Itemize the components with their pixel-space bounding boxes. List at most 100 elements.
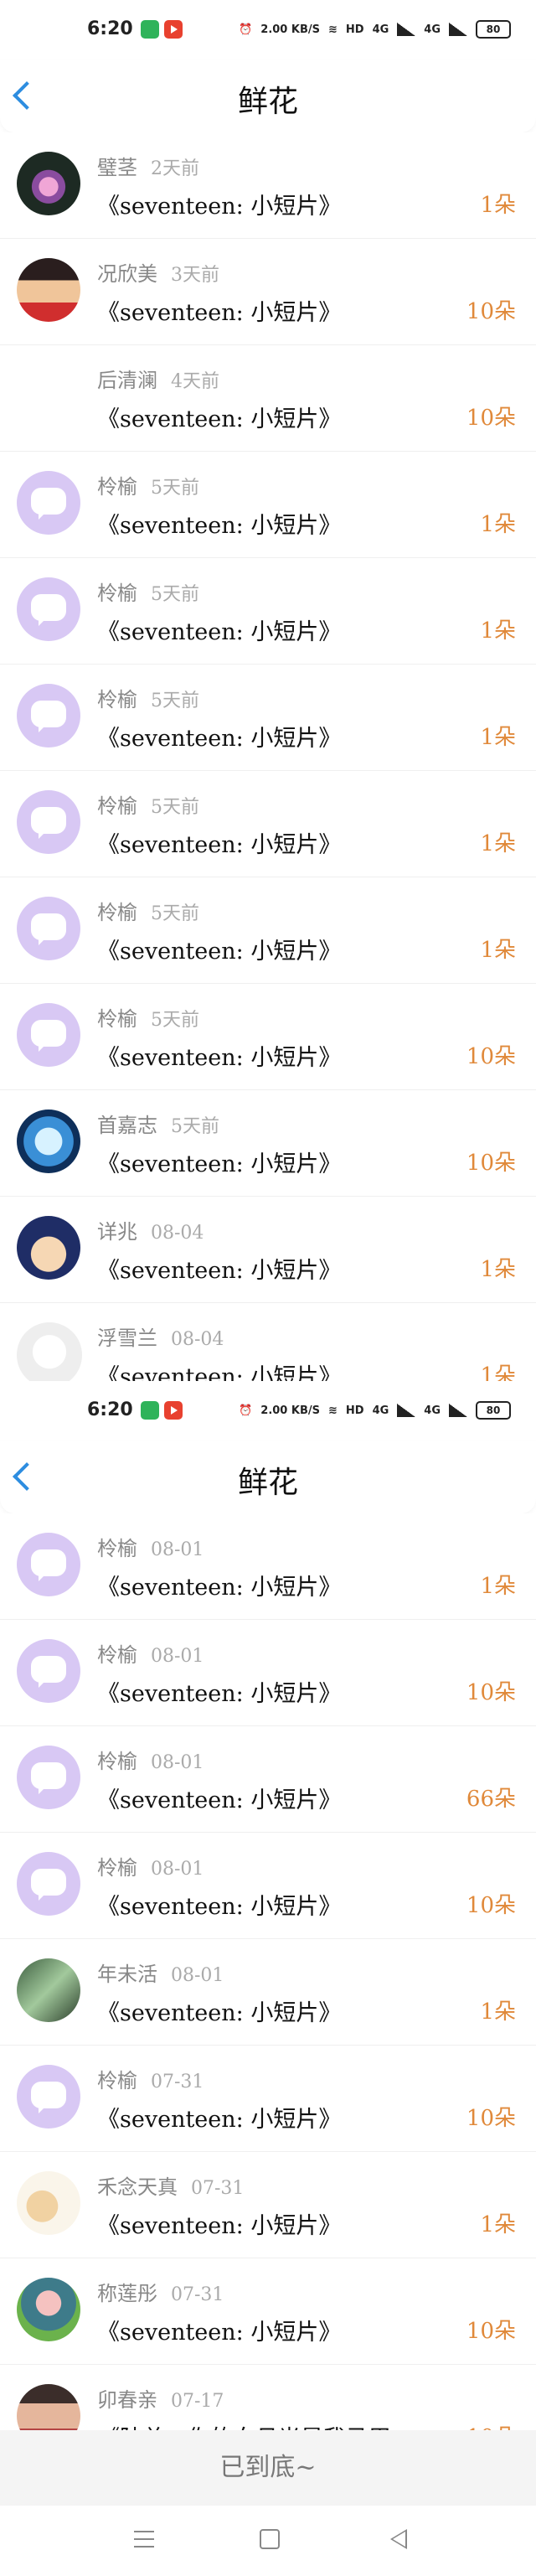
home-icon[interactable] — [260, 2529, 280, 2549]
work-title[interactable]: 《seventeen: 小短片》 — [97, 1569, 341, 1601]
avatar[interactable] — [17, 152, 80, 215]
sender-name[interactable]: 浮雪兰 — [97, 1327, 157, 1350]
sender-name[interactable]: 柃榆 — [97, 1643, 137, 1667]
work-title[interactable]: 《seventeen: 小短片》 — [97, 1039, 341, 1072]
signal-icon — [397, 1404, 416, 1417]
work-title[interactable]: 《seventeen: 小短片》 — [97, 2207, 341, 2240]
sender-name-line: 禾念天真 07-31 — [97, 2170, 244, 2200]
work-title[interactable]: 《seventeen: 小短片》 — [97, 401, 341, 433]
signal-icon — [397, 23, 416, 36]
sender-name-line: 璧茎 2天前 — [97, 151, 199, 180]
sender-name[interactable]: 年未活 — [97, 1963, 157, 1986]
list-item[interactable]: 称莲彤 07-31 《seventeen: 小短片》 10朵 — [0, 2258, 536, 2365]
avatar[interactable] — [17, 1746, 80, 1809]
avatar[interactable] — [17, 471, 80, 535]
work-title[interactable]: 《seventeen: 小短片》 — [97, 2101, 341, 2134]
avatar[interactable] — [17, 1533, 80, 1596]
sender-name[interactable]: 柃榆 — [97, 1007, 137, 1031]
sender-name-line: 首嘉志 5天前 — [97, 1109, 219, 1138]
avatar[interactable] — [17, 2171, 80, 2235]
work-title[interactable]: 《seventeen: 小短片》 — [97, 188, 341, 220]
sender-name[interactable]: 禾念天真 — [97, 2175, 178, 2199]
work-title[interactable]: 《seventeen: 小短片》 — [97, 933, 341, 965]
list-item[interactable]: 禾念天真 07-31 《seventeen: 小短片》 1朵 — [0, 2152, 536, 2258]
list-item[interactable]: 后清澜 4天前 《seventeen: 小短片》 10朵 — [0, 345, 536, 452]
list-item[interactable]: 柃榆 08-01 《seventeen: 小短片》 10朵 — [0, 1833, 536, 1939]
sender-name[interactable]: 称莲彤 — [97, 2282, 157, 2305]
flower-count: 10朵 — [466, 2106, 516, 2131]
list-item[interactable]: 柃榆 5天前 《seventeen: 小短片》 1朵 — [0, 771, 536, 877]
sender-name-line: 况欣美 3天前 — [97, 257, 219, 287]
recent-apps-icon[interactable] — [134, 2531, 154, 2548]
sender-name[interactable]: 后清澜 — [97, 369, 157, 392]
sender-name-line: 后清澜 4天前 — [97, 364, 219, 393]
work-title[interactable]: 《seventeen: 小短片》 — [97, 1252, 341, 1285]
list-item[interactable]: 柃榆 08-01 《seventeen: 小短片》 10朵 — [0, 1620, 536, 1726]
work-title[interactable]: 《seventeen: 小短片》 — [97, 1782, 341, 1814]
sender-name[interactable]: 柃榆 — [97, 1537, 137, 1560]
screenshot-2: 6:20 ⏰ 2.00 KB/S ≋ HD 4G 4G 80 鲜花 ⟩ 柃榆08… — [0, 1381, 536, 2576]
sender-name[interactable]: 况欣美 — [97, 262, 157, 286]
list-item[interactable]: 况欣美 3天前 《seventeen: 小短片》 10朵 — [0, 239, 536, 345]
sent-time: 08-04 — [171, 1329, 224, 1350]
avatar[interactable] — [17, 1958, 80, 2022]
work-title[interactable]: 《seventeen: 小短片》 — [97, 2314, 341, 2346]
list-item[interactable]: 柃榆 5天前 《seventeen: 小短片》 1朵 — [0, 665, 536, 771]
sender-name[interactable]: 卯春亲 — [97, 2388, 157, 2412]
avatar[interactable] — [17, 1003, 80, 1067]
sender-name[interactable]: 柃榆 — [97, 475, 137, 499]
sender-name[interactable]: 首嘉志 — [97, 1114, 157, 1137]
sender-name-line: 柃榆 5天前 — [97, 789, 199, 819]
list-item[interactable]: 柃榆 5天前 《seventeen: 小短片》 10朵 — [0, 984, 536, 1090]
avatar[interactable] — [17, 258, 80, 322]
work-title[interactable]: 《seventeen: 小短片》 — [97, 1888, 341, 1921]
list-item[interactable]: 年未活 08-01 《seventeen: 小短片》 1朵 — [0, 1939, 536, 2046]
sender-name-line: 柃榆 5天前 — [97, 1002, 199, 1032]
avatar[interactable] — [17, 2278, 80, 2341]
list-item[interactable]: 详兆 08-04 《seventeen: 小短片》 1朵 — [0, 1197, 536, 1303]
work-title[interactable]: 《seventeen: 小短片》 — [97, 1146, 341, 1178]
avatar[interactable] — [17, 790, 80, 854]
avatar[interactable] — [17, 897, 80, 960]
list-item[interactable]: 浮雪兰 08-04 《seventeen: 小短片》 1朵 — [0, 1303, 536, 1381]
avatar[interactable] — [17, 1639, 80, 1703]
avatar[interactable] — [17, 2065, 80, 2129]
sender-name[interactable]: 详兆 — [97, 1220, 137, 1244]
list-item[interactable]: 柃榆 08-01 《seventeen: 小短片》 1朵 — [0, 1513, 536, 1620]
sender-name[interactable]: 柃榆 — [97, 1856, 137, 1880]
list-item[interactable]: 柃榆 5天前 《seventeen: 小短片》 1朵 — [0, 877, 536, 984]
work-title[interactable]: 《seventeen: 小短片》 — [97, 1675, 341, 1708]
work-title[interactable]: 《seventeen: 小短片》 — [97, 613, 341, 646]
list-item[interactable]: 璧茎 2天前 《seventeen: 小短片》 1朵 — [0, 132, 536, 239]
sender-name[interactable]: 柃榆 — [97, 582, 137, 605]
screenshot-1: 6:20 ⏰ 2.00 KB/S ≋ HD 4G 4G 80 鲜花 ⟩ 璧茎2天… — [0, 0, 536, 1381]
avatar[interactable] — [17, 1322, 82, 1381]
sender-name-line: 柃榆 5天前 — [97, 683, 199, 712]
work-title[interactable]: 《seventeen: 小短片》 — [97, 720, 341, 753]
avatar[interactable] — [17, 1110, 80, 1173]
work-title[interactable]: 《seventeen: 小短片》 — [97, 507, 341, 540]
list-item[interactable]: 柃榆 5天前 《seventeen: 小短片》 1朵 — [0, 558, 536, 665]
list-item[interactable]: 柃榆 07-31 《seventeen: 小短片》 10朵 — [0, 2046, 536, 2152]
sender-name[interactable]: 柃榆 — [97, 1750, 137, 1773]
avatar[interactable] — [17, 1852, 80, 1916]
work-title[interactable]: 《seventeen: 小短片》 — [97, 1994, 341, 2027]
list-item[interactable]: 柃榆 08-01 《seventeen: 小短片》 66朵 — [0, 1726, 536, 1833]
sender-name[interactable]: 璧茎 — [97, 156, 137, 179]
avatar[interactable] — [17, 684, 80, 747]
list-item[interactable]: 柃榆 5天前 《seventeen: 小短片》 1朵 — [0, 452, 536, 558]
list-item[interactable]: 首嘉志 5天前 《seventeen: 小短片》 10朵 — [0, 1090, 536, 1197]
sent-time: 5天前 — [151, 797, 199, 818]
sender-name[interactable]: 柃榆 — [97, 688, 137, 711]
avatar[interactable] — [17, 577, 80, 641]
system-back-icon[interactable] — [390, 2529, 407, 2549]
sender-name[interactable]: 柃榆 — [97, 901, 137, 924]
avatar[interactable] — [17, 365, 80, 428]
sender-name[interactable]: 柃榆 — [97, 794, 137, 818]
work-title[interactable]: 《seventeen: 小短片》 — [97, 294, 341, 327]
avatar[interactable] — [17, 1216, 80, 1280]
sender-name-line: 浮雪兰 08-04 — [97, 1322, 224, 1351]
work-title[interactable]: 《seventeen: 小短片》 — [97, 1358, 341, 1381]
work-title[interactable]: 《seventeen: 小短片》 — [97, 826, 341, 859]
sender-name[interactable]: 柃榆 — [97, 2069, 137, 2092]
